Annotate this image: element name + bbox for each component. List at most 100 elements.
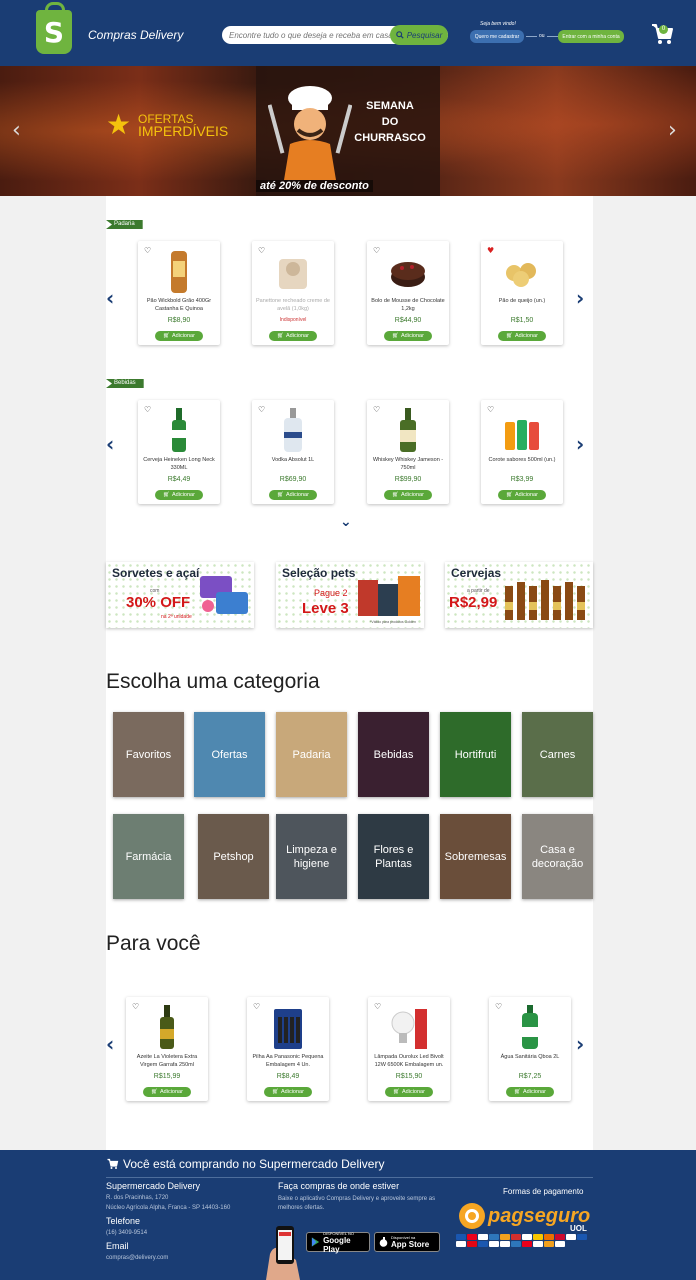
product-name: Pilha Aa Panasonic Pequena Embalagem 4 U… [252,1054,324,1068]
promo-pets[interactable]: Seleção pets Pague 2 Leve 3 *Válido para… [276,562,424,628]
category-limpeza[interactable]: Limpeza e higiene [276,814,347,899]
card-icon [478,1234,488,1240]
payment-methods [456,1234,594,1247]
favorite-heart-icon[interactable]: ♡ [495,1002,502,1011]
category-bebidas[interactable]: Bebidas [358,712,429,797]
product-card[interactable]: ♡ Pão Wickbold Grão 400Gr Castanha E Qui… [138,241,220,345]
favorite-heart-icon[interactable]: ♡ [374,1002,381,1011]
visa-icon [456,1234,466,1240]
favorite-heart-icon[interactable]: ♡ [487,405,494,414]
product-card[interactable]: ♡ Whiskey Whiskey Jameson - 750ml R$99,9… [367,400,449,504]
category-ofertas[interactable]: Ofertas [194,712,265,797]
add-to-cart-button[interactable]: 🛒︎ Adicionar [498,331,546,341]
brand-name[interactable]: Compras Delivery [88,28,183,42]
favorite-heart-icon[interactable]: ♡ [258,405,265,414]
section-tag-padaria[interactable]: Padaria [106,220,143,229]
favorite-heart-filled-icon[interactable]: ♥ [487,246,494,255]
category-casa[interactable]: Casa e decoração [522,814,593,899]
promo-big: Leve 3 [302,600,349,617]
product-card[interactable]: ♡ Corote sabores 500ml (un.) R$3,99 🛒︎ Ad… [481,400,563,504]
search-button[interactable]: Pesquisar [390,25,448,45]
product-card[interactable]: ♥ Pão de queijo (un.) R$1,50 🛒︎ Adicionar [481,241,563,345]
semana-churrasco: SEMANA DO CHURRASCO [354,98,426,146]
add-to-cart-button[interactable]: 🛒︎ Adicionar [269,490,317,500]
favorite-heart-icon[interactable]: ♡ [253,1002,260,1011]
product-card[interactable]: ♡ Panettone recheado creme de avelã (1,0… [252,241,334,345]
promo-cervejas[interactable]: Cervejas a partir de R$2,99 [445,562,593,628]
category-hortifruti[interactable]: Hortifruti [440,712,511,797]
category-favoritos[interactable]: Favoritos [113,712,184,797]
ofertas-line2: IMPERDÍVEIS [138,123,229,139]
banner-prev-icon[interactable]: ‹ [12,118,21,143]
bebidas-prev-icon[interactable]: ‹ [106,432,114,456]
product-name: Pão de queijo (un.) [498,298,546,304]
favorite-heart-icon[interactable]: ♡ [132,1002,139,1011]
add-to-cart-button[interactable]: 🛒︎ Adicionar [506,1087,554,1097]
product-card[interactable]: ♡ Lâmpada Ourolux Led Bivolt 12W 6500K E… [368,997,450,1101]
olive-oil-icon [160,1005,174,1049]
app-store-button[interactable]: Disponível na App Store [374,1232,440,1252]
cart-small-icon: 🛒︎ [392,492,400,498]
para-voce-next-icon[interactable]: › [576,1032,584,1056]
add-to-cart-button[interactable]: 🛒︎ Adicionar [269,331,317,341]
product-name: Pão Wickbold Grão 400Gr Castanha E Quino… [146,298,212,312]
shopify-logo[interactable]: S [36,2,72,54]
favorite-heart-icon[interactable]: ♡ [144,246,151,255]
product-price: R$4,49 [167,476,191,483]
pet-food-bags-icon [358,576,420,616]
add-label: Adicionar [160,1089,183,1095]
promo-sorvetes[interactable]: Sorvetes e açaí com 30% OFF na 2ª unidad… [106,562,254,628]
login-button[interactable]: Entrar com a minha conta [558,30,624,43]
main-content: Padaria ‹ › ♡ Pão Wickbold Grão 400Gr Ca… [106,196,593,1150]
category-petshop[interactable]: Petshop [198,814,269,899]
add-to-cart-button[interactable]: 🛒︎ Adicionar [498,490,546,500]
product-name: Lâmpada Ourolux Led Bivolt 12W 6500K Emb… [374,1054,444,1068]
add-to-cart-button[interactable]: 🛒︎ Adicionar [155,331,203,341]
app-text: Baixe o aplicativo Compras Delivery e ap… [278,1196,436,1211]
promo-title: Cervejas [451,566,502,580]
bebidas-next-icon[interactable]: › [576,432,584,456]
banner-next-icon[interactable]: › [668,118,677,143]
para-voce-prev-icon[interactable]: ‹ [106,1032,114,1056]
phone-in-hand-icon [266,1226,300,1280]
category-sobremesas[interactable]: Sobremesas [440,814,511,899]
product-price: R$1,50 [510,317,534,324]
favorite-heart-icon[interactable]: ♡ [258,246,265,255]
product-card[interactable]: ♡ Vodka Absolut 1L R$69,90 🛒︎ Adicionar [252,400,334,504]
register-button[interactable]: Quero me cadastrar [470,30,524,43]
email-address[interactable]: compras@delivery.com [106,1253,276,1263]
add-to-cart-button[interactable]: 🛒︎ Adicionar [384,490,432,500]
section-tag-bebidas[interactable]: Bebidas [106,379,144,388]
google-play-icon [311,1237,320,1247]
add-to-cart-button[interactable]: 🛒︎ Adicionar [385,1087,433,1097]
padaria-next-icon[interactable]: › [576,286,584,310]
product-card[interactable]: ♡ Água Sanitária Qboa 2L R$7,25 🛒︎ Adicio… [489,997,571,1101]
corote-bottles-icon [505,420,539,450]
add-to-cart-button[interactable]: 🛒︎ Adicionar [143,1087,191,1097]
category-farmacia[interactable]: Farmácia [113,814,184,899]
category-carnes[interactable]: Carnes [522,712,593,797]
phone-number[interactable]: (16) 3409-9514 [106,1228,276,1238]
category-flores[interactable]: Flores e Plantas [358,814,429,899]
padaria-prev-icon[interactable]: ‹ [106,286,114,310]
add-to-cart-button[interactable]: 🛒︎ Adicionar [264,1087,312,1097]
add-to-cart-button[interactable]: 🛒︎ Adicionar [384,331,432,341]
google-play-button[interactable]: DISPONÍVEL NO Google Play [306,1231,370,1254]
favorite-heart-icon[interactable]: ♡ [373,246,380,255]
light-bulb-icon [391,1009,427,1049]
favorite-heart-icon[interactable]: ♡ [373,405,380,414]
category-padaria[interactable]: Padaria [276,712,347,797]
product-card[interactable]: ♡ Cerveja Heineken Long Neck 330ML R$4,4… [138,400,220,504]
favorite-heart-icon[interactable]: ♡ [144,405,151,414]
amex-icon [489,1234,499,1240]
cart-small-icon: 🛒︎ [272,1089,280,1095]
product-card[interactable]: ♡ Bolo de Mousse de Chocolate 1,2kg R$44… [367,241,449,345]
product-card[interactable]: ♡ Pilha Aa Panasonic Pequena Embalagem 4… [247,997,329,1101]
footer-divider [106,1177,593,1178]
ofertas-imperdiveis: OFERTAS IMPERDÍVEIS [138,113,229,139]
product-card[interactable]: ♡ Azeite La Violetera Extra Virgem Garra… [126,997,208,1101]
promo-sub: Pague 2 [314,588,348,598]
chevron-down-icon[interactable]: ⌄ [340,514,352,530]
product-price: R$15,90 [395,1073,423,1080]
add-to-cart-button[interactable]: 🛒︎ Adicionar [155,490,203,500]
